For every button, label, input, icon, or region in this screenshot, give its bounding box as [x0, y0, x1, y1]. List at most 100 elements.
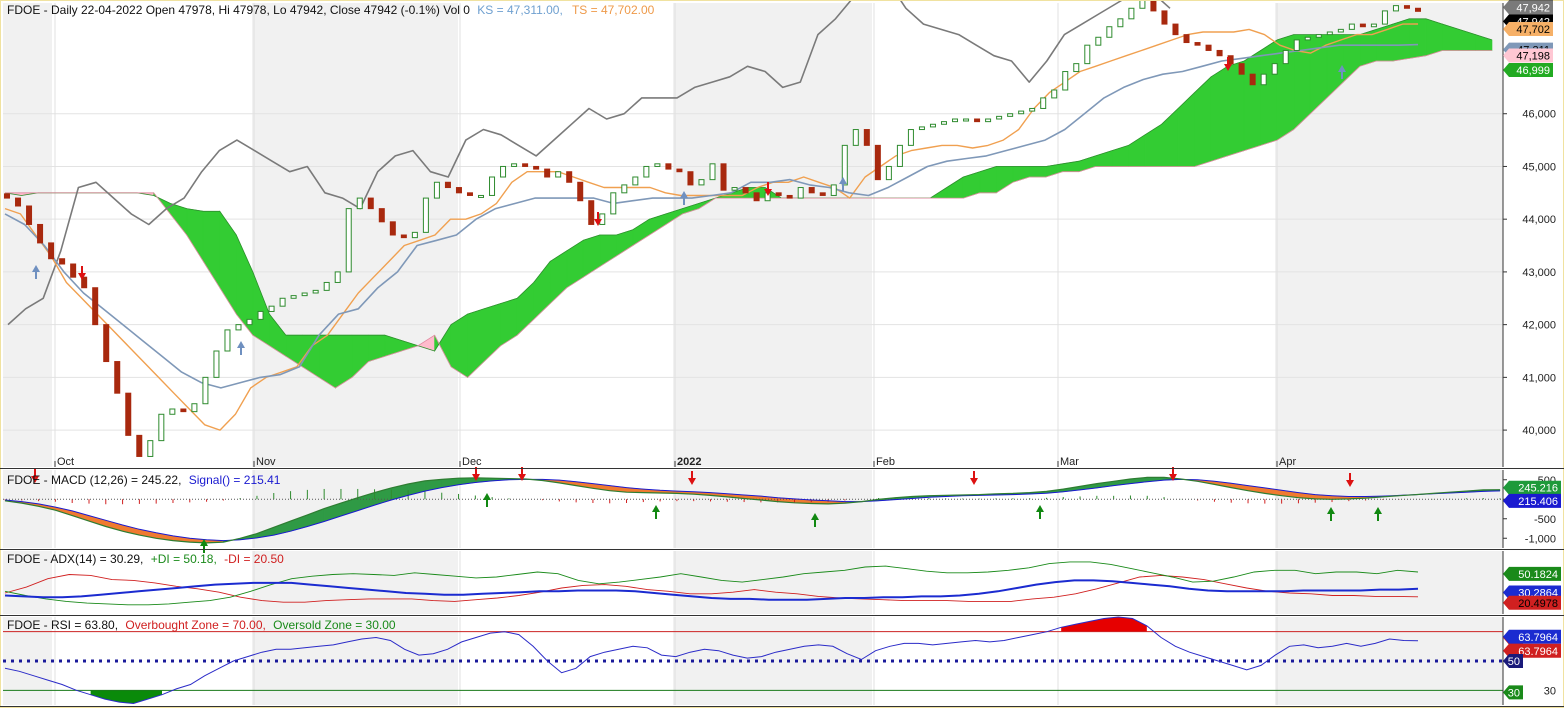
price-tag-ks: 47,702: [1516, 24, 1550, 36]
cloud-segment-30: [500, 297, 518, 347]
cloud-segment-70: [1161, 107, 1179, 167]
x-axis-label-oct: Oct: [57, 456, 74, 468]
candle-29: [323, 281, 330, 291]
candle-83: [918, 126, 925, 131]
candle-91: [1007, 113, 1014, 117]
candle-117: [1293, 39, 1300, 51]
rsi-tag-os: 30: [1508, 687, 1520, 699]
price-tag-span-b: 47,198: [1516, 51, 1550, 63]
candle-127: [1403, 5, 1410, 9]
candle-71: [786, 194, 793, 199]
rsi-header: FDOE - RSI = 63.80, Overbought Zone = 70…: [7, 618, 396, 632]
price-axis-label-0: 40,000: [1522, 425, 1556, 437]
candle-72: [797, 187, 804, 199]
month-band-macd-3: [1275, 470, 1503, 548]
macd-tag-macd: 245.216: [1518, 483, 1558, 495]
candle-105: [1161, 10, 1168, 25]
candle-50: [555, 171, 562, 178]
candle-45: [500, 165, 507, 178]
cloud-segment-32: [533, 260, 551, 321]
cloud-segment-68: [1128, 134, 1146, 167]
axis-price-tags: 47,94247,94247,94247,70247,31147,19846,9…: [1503, 0, 1561, 700]
month-band-price-2: [673, 3, 872, 467]
cloud-segment-60: [996, 166, 1014, 194]
macd-header-main: FDOE - MACD (12,26) = 245.22,: [7, 473, 181, 487]
candle-114: [1260, 73, 1267, 86]
rsi-tag-rsi-red: 63.7964: [1518, 646, 1558, 658]
adx-tag-minus-di: 20.4978: [1518, 598, 1558, 610]
candle-112: [1238, 63, 1245, 75]
candle-24: [268, 305, 275, 312]
price-axis-label-5: 45,000: [1522, 161, 1556, 173]
cloud-segment-27: [450, 313, 468, 378]
candle-109: [1205, 44, 1212, 51]
x-axis-label-dec: Dec: [462, 456, 482, 468]
macd-up-arrow-2: [652, 505, 660, 519]
cloud-segment-59: [979, 166, 997, 194]
candle-23: [257, 310, 264, 320]
candle-73: [808, 187, 815, 194]
price-header: FDOE - Daily 22-04-2022 Open 47978, Hi 4…: [7, 3, 655, 17]
candle-80: [885, 165, 892, 181]
price-axis-label-3: 43,000: [1522, 267, 1556, 279]
candle-87: [963, 118, 970, 122]
candle-66: [731, 187, 738, 191]
x-axis-label-nov: Nov: [256, 456, 276, 468]
macd-up-arrow-1: [483, 493, 491, 507]
x-axis-label-mar: Mar: [1060, 456, 1079, 468]
chart-canvas: 40,000 41,000 42,000 43,000 44,000 45,000 46,0…: [0, 0, 1564, 708]
candle-19: [213, 350, 220, 378]
rsi-tag-mid: 50: [1508, 656, 1520, 668]
macd-fill-5: [88, 515, 107, 527]
cloud-segment-62: [1029, 166, 1047, 178]
candle-104: [1150, 0, 1157, 12]
candle-48: [533, 165, 540, 170]
candle-28: [312, 289, 319, 294]
candle-4: [48, 242, 55, 260]
candle-101: [1117, 18, 1124, 28]
candle-107: [1183, 34, 1190, 44]
candle-0: [4, 193, 10, 199]
price-tag-chikou: 47,942: [1516, 2, 1550, 14]
month-band-adx-2: [673, 551, 872, 614]
rsi-axis-label-30: 30: [1544, 685, 1556, 697]
candle-51: [566, 171, 573, 183]
cloud-segment-36: [599, 234, 617, 268]
candle-42: [466, 192, 473, 196]
cloud-segment-67: [1111, 144, 1129, 167]
month-band-macd-2: [673, 470, 872, 548]
candle-96: [1062, 71, 1069, 91]
candle-16: [180, 408, 187, 413]
cloud-segment-69: [1144, 123, 1162, 167]
candle-67: [742, 187, 749, 194]
adx-header-pdi: +DI = 50.18,: [151, 552, 217, 566]
candle-77: [852, 129, 859, 146]
candle-18: [202, 376, 209, 405]
candle-55: [610, 192, 617, 215]
candle-86: [952, 118, 959, 123]
candle-35: [389, 221, 396, 236]
cloud-segment-37: [616, 229, 634, 257]
candle-53: [588, 200, 595, 225]
macd-header-signal: Signal() = 215.41: [189, 473, 281, 487]
cloud-segment-73: [1210, 65, 1228, 162]
candle-26: [290, 295, 297, 299]
x-axis-label-feb: Feb: [876, 456, 895, 468]
price-tag-span-a: 46,999: [1516, 65, 1550, 77]
candle-95: [1051, 89, 1058, 99]
candle-97: [1073, 63, 1080, 73]
macd-tag-signal: 215.406: [1518, 496, 1558, 508]
candle-41: [455, 187, 462, 194]
price-axis-label-1: 41,000: [1522, 372, 1556, 384]
candle-15: [169, 408, 176, 415]
candle-84: [929, 123, 936, 128]
candle-31: [345, 208, 352, 273]
candle-60: [665, 163, 672, 170]
candle-57: [632, 176, 639, 186]
x-axis-label-2022: 2022: [677, 456, 701, 468]
candle-125: [1381, 10, 1388, 25]
candle-37: [411, 231, 418, 239]
rsi-tag-rsi-blue: 63.7964: [1518, 632, 1558, 644]
price-axis-label-6: 46,000: [1522, 109, 1556, 121]
candle-25: [279, 297, 286, 307]
